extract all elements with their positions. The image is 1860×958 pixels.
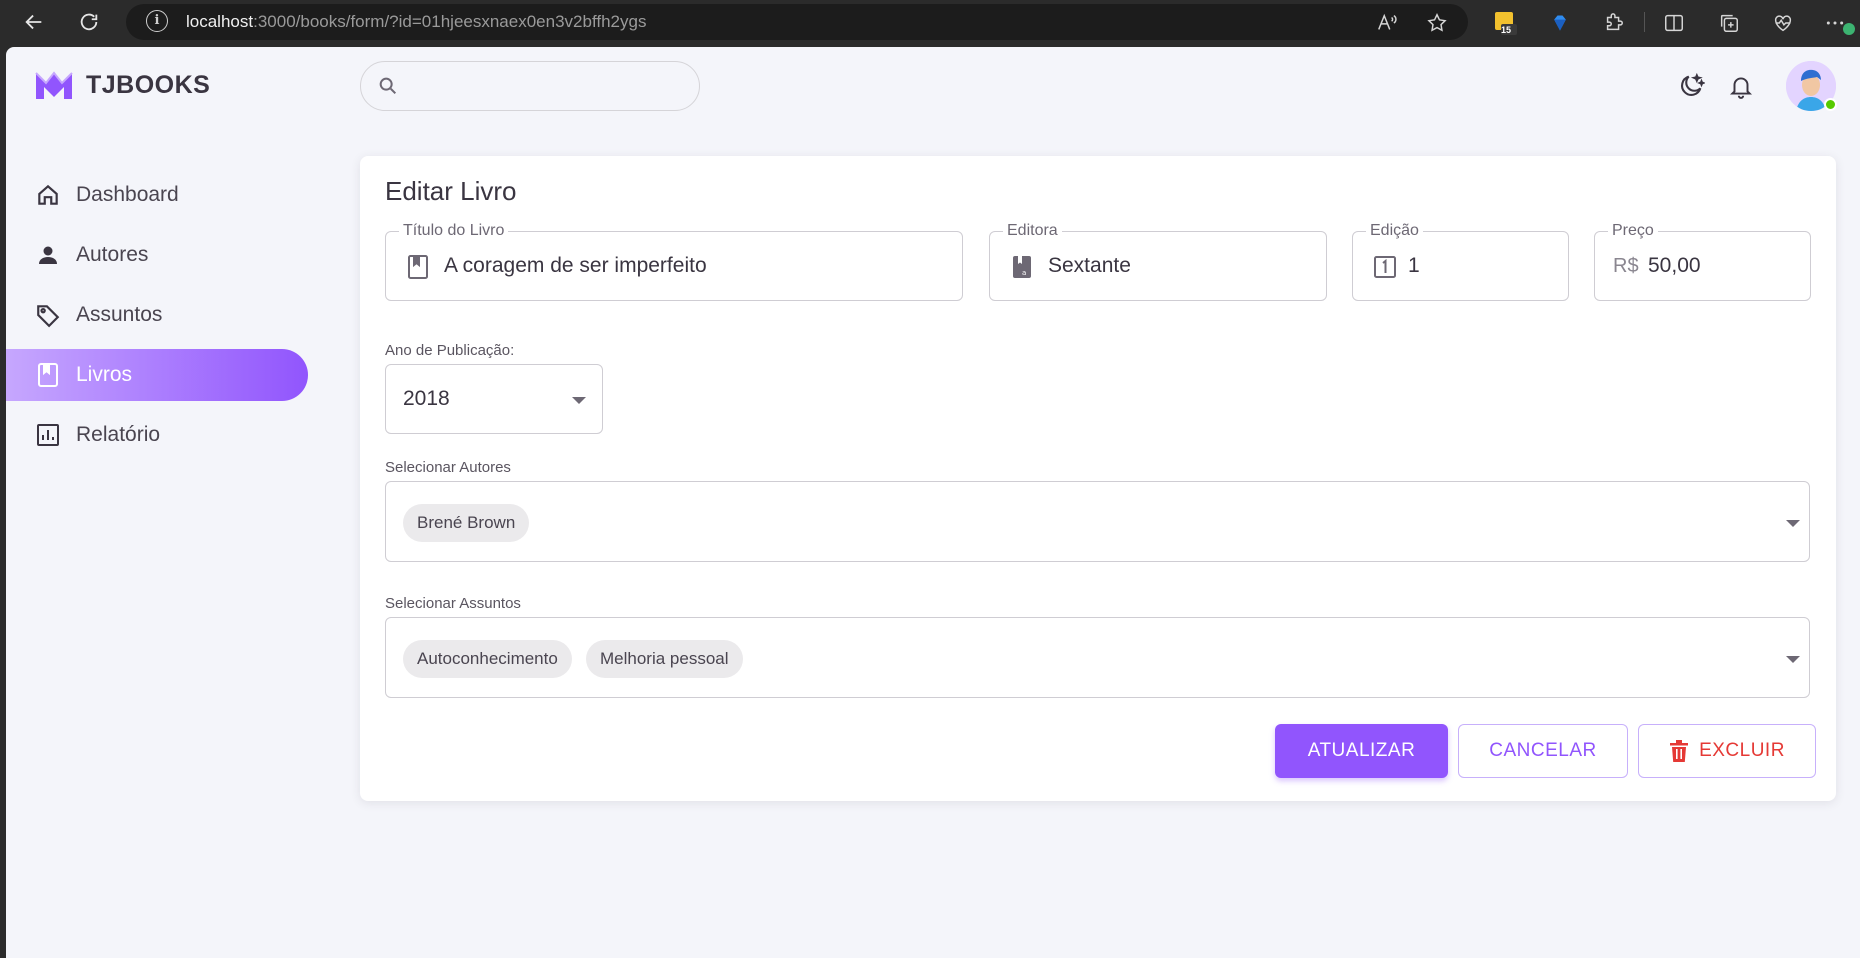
sidebar-item-label: Livros bbox=[76, 363, 133, 386]
assuntos-multiselect[interactable]: Autoconhecimento Melhoria pessoal bbox=[385, 617, 1810, 698]
delete-label: EXCLUIR bbox=[1699, 740, 1785, 761]
browser-health-icon[interactable] bbox=[1770, 10, 1796, 36]
person-icon bbox=[34, 241, 62, 269]
extension-gem-icon[interactable] bbox=[1547, 10, 1573, 36]
tag-icon bbox=[34, 301, 62, 329]
dropdown-caret-icon bbox=[572, 397, 586, 404]
sidebar-item-relatorio[interactable]: Relatório bbox=[6, 409, 308, 461]
ano-select[interactable]: 2018 bbox=[385, 364, 603, 434]
sidebar-item-assuntos[interactable]: Assuntos bbox=[6, 289, 308, 341]
sidebar-item-label: Autores bbox=[76, 243, 149, 266]
ano-value: 2018 bbox=[403, 387, 450, 410]
editora-field[interactable]: Editora a Sextante bbox=[989, 222, 1327, 301]
update-badge-icon bbox=[1843, 23, 1855, 35]
dark-mode-moon-icon[interactable] bbox=[1676, 71, 1706, 101]
sidebar-item-livros[interactable]: Livros bbox=[6, 349, 308, 401]
page-title: Editar Livro bbox=[385, 176, 517, 206]
url-text[interactable]: localhost:3000/books/form/?id=01hjeesxna… bbox=[186, 12, 646, 32]
subject-chip[interactable]: Melhoria pessoal bbox=[586, 640, 743, 678]
toolbar-divider bbox=[1644, 12, 1645, 32]
author-chip[interactable]: Brené Brown bbox=[403, 504, 530, 542]
sidebar-item-dashboard[interactable]: Dashboard bbox=[6, 169, 308, 221]
sidebar-item-label: Relatório bbox=[76, 423, 161, 446]
autores-label: Selecionar Autores bbox=[385, 459, 511, 476]
site-info-icon[interactable]: i bbox=[146, 10, 168, 32]
back-arrow-icon[interactable] bbox=[21, 9, 47, 35]
edicao-value[interactable]: 1 bbox=[1408, 254, 1420, 278]
assuntos-label: Selecionar Assuntos bbox=[385, 595, 521, 612]
editora-label: Editora bbox=[1003, 222, 1062, 240]
ano-label: Ano de Publicação: bbox=[385, 342, 515, 359]
brand-logo[interactable]: TJBOOKS bbox=[34, 69, 210, 101]
trash-icon bbox=[1669, 740, 1689, 762]
split-screen-icon[interactable] bbox=[1661, 10, 1687, 36]
book-icon bbox=[34, 361, 62, 389]
preco-field[interactable]: Preço R$ 50,00 bbox=[1594, 222, 1811, 301]
browser-toolbar: i localhost:3000/books/form/?id=01hjeesx… bbox=[0, 0, 1860, 44]
preco-label: Preço bbox=[1608, 222, 1658, 240]
publisher-book-icon: a bbox=[1010, 254, 1034, 280]
search-icon bbox=[377, 75, 399, 102]
sidebar-item-autores[interactable]: Autores bbox=[6, 229, 308, 281]
favorite-star-icon[interactable] bbox=[1424, 10, 1450, 36]
reload-icon[interactable] bbox=[76, 9, 102, 35]
update-button[interactable]: ATUALIZAR bbox=[1275, 724, 1448, 778]
app-window: TJBOOKS Dashboard Autores Assuntos Livro… bbox=[6, 47, 1860, 958]
currency-prefix: R$ bbox=[1613, 255, 1639, 277]
delete-button[interactable]: EXCLUIR bbox=[1638, 724, 1816, 778]
number-one-box-icon bbox=[1373, 254, 1397, 280]
book-icon bbox=[406, 254, 430, 280]
dropdown-caret-icon bbox=[1786, 656, 1800, 663]
edit-book-card: Editar Livro Título do Livro A coragem d… bbox=[360, 156, 1836, 801]
chart-icon bbox=[34, 421, 62, 449]
sidebar-item-label: Dashboard bbox=[76, 183, 179, 206]
autores-multiselect[interactable]: Brené Brown bbox=[385, 481, 1810, 562]
sidebar-item-label: Assuntos bbox=[76, 303, 163, 326]
logo-m-icon bbox=[35, 71, 73, 99]
titulo-label: Título do Livro bbox=[399, 222, 509, 240]
subject-chip[interactable]: Autoconhecimento bbox=[403, 640, 572, 678]
notifications-bell-icon[interactable] bbox=[1726, 71, 1756, 101]
search-input[interactable] bbox=[360, 61, 700, 111]
home-icon bbox=[34, 181, 62, 209]
brand-name: TJBOOKS bbox=[86, 70, 211, 99]
extensions-puzzle-icon[interactable] bbox=[1601, 10, 1627, 36]
preco-value[interactable]: 50,00 bbox=[1648, 254, 1701, 278]
collections-icon[interactable] bbox=[1716, 10, 1742, 36]
cancel-button[interactable]: CANCELAR bbox=[1458, 724, 1628, 778]
dropdown-caret-icon bbox=[1786, 520, 1800, 527]
titulo-field[interactable]: Título do Livro A coragem de ser imperfe… bbox=[385, 222, 963, 301]
online-status-badge bbox=[1824, 98, 1837, 111]
edicao-field[interactable]: Edição 1 bbox=[1352, 222, 1569, 301]
extension-badge: 15 bbox=[1501, 25, 1512, 35]
svg-text:a: a bbox=[1022, 269, 1026, 277]
editora-value[interactable]: Sextante bbox=[1048, 254, 1131, 278]
edicao-label: Edição bbox=[1366, 222, 1423, 240]
titulo-value[interactable]: A coragem de ser imperfeito bbox=[444, 254, 707, 278]
read-aloud-icon[interactable] bbox=[1374, 10, 1400, 36]
